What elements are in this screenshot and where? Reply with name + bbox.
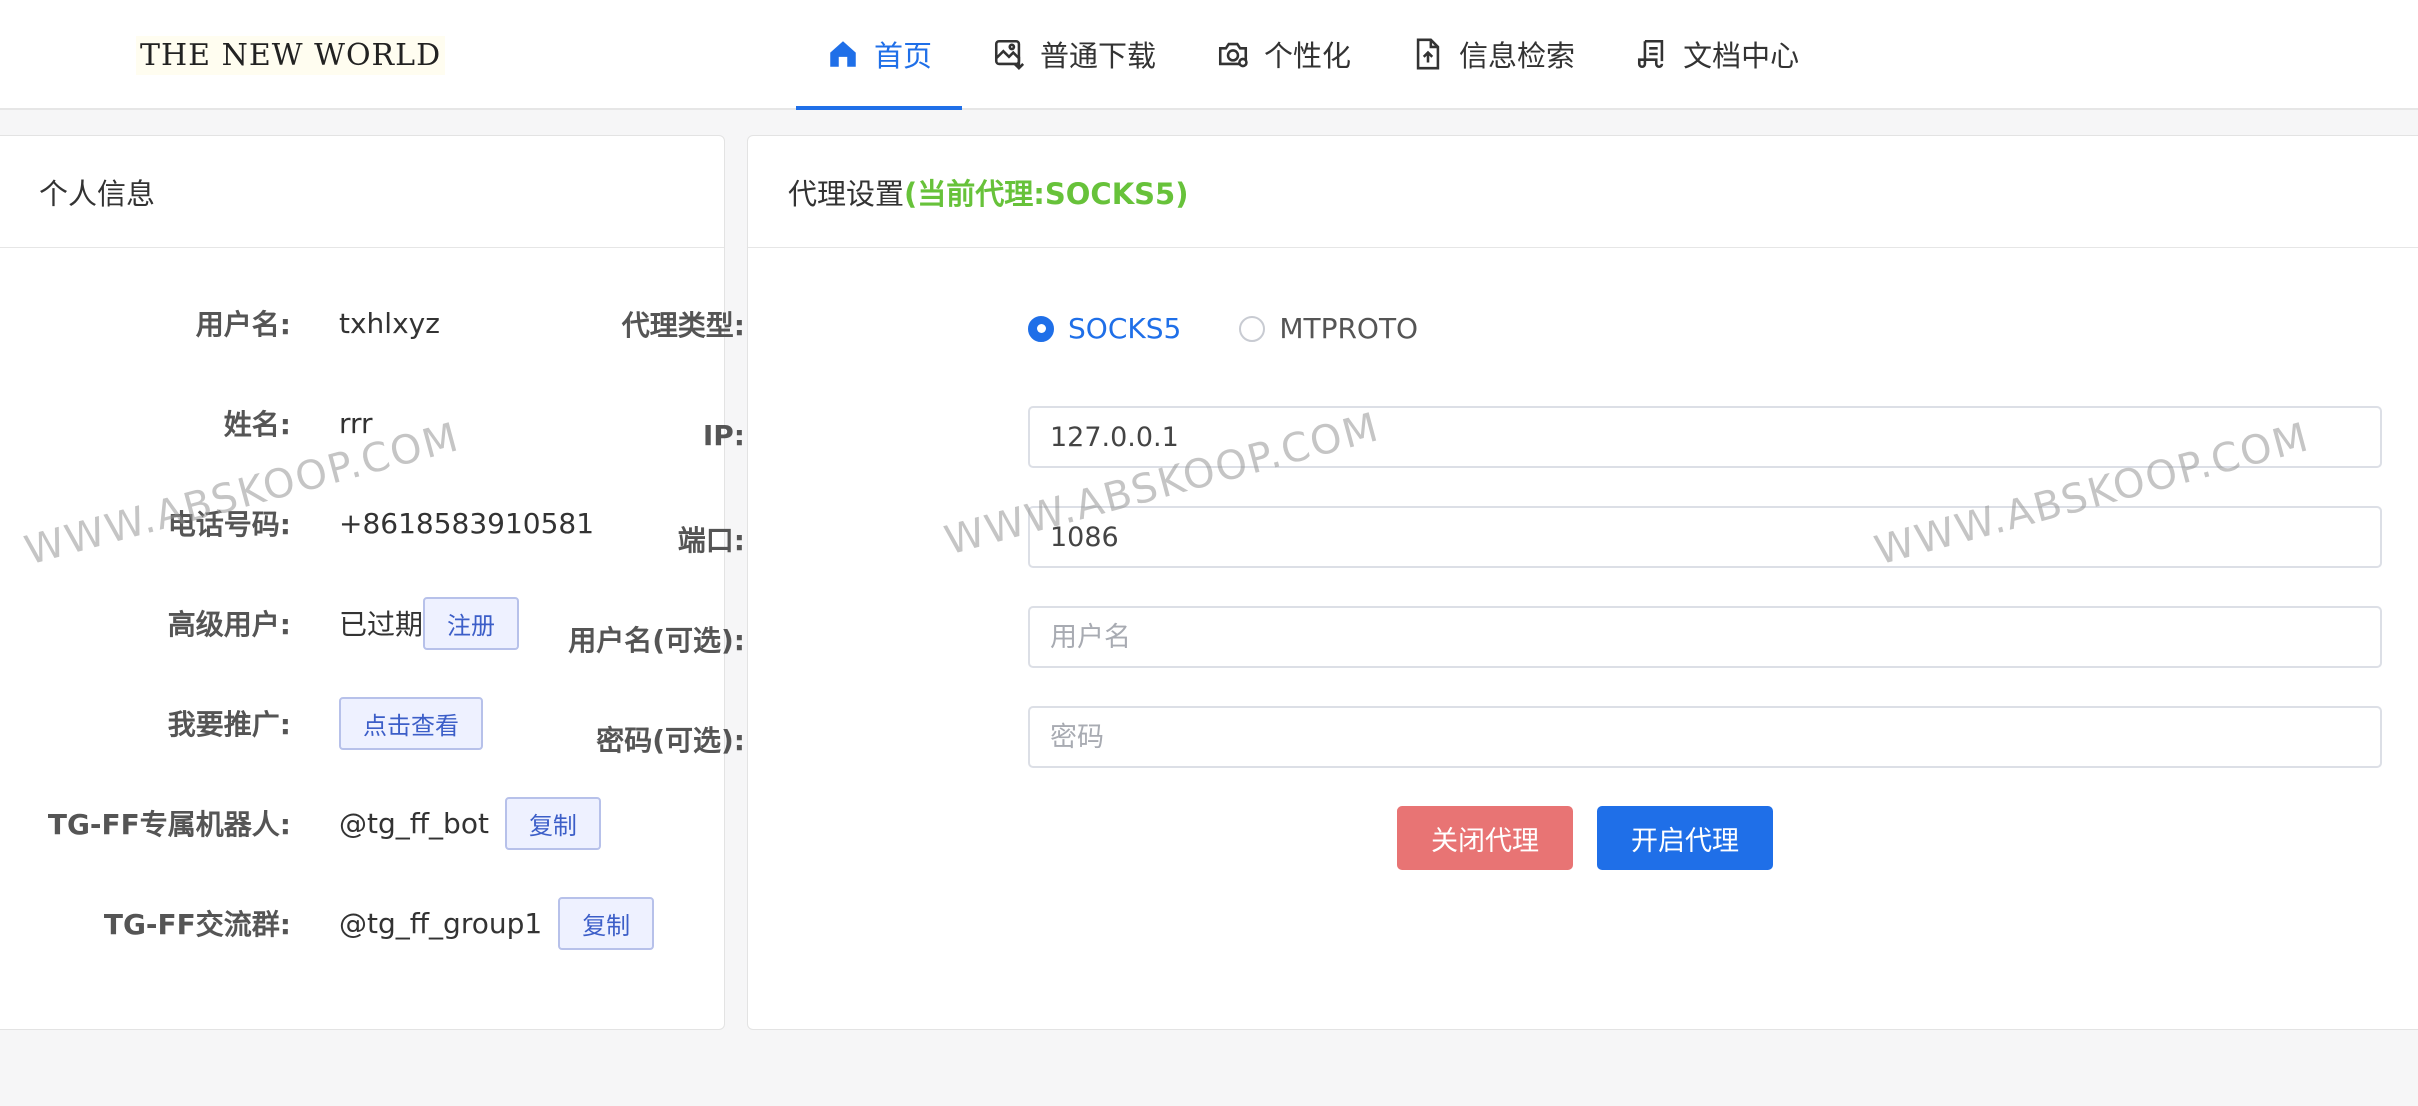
copy-group-button[interactable]: 复制 <box>558 896 655 950</box>
nav-label-home: 首页 <box>874 39 933 73</box>
radio-socks5[interactable]: SOCKS5 <box>1028 312 1181 345</box>
ip-label: IP: <box>702 419 745 452</box>
nav-label-docs: 文档中心 <box>1683 39 1800 73</box>
ip-input[interactable] <box>1028 406 2382 468</box>
radio-socks5-label: SOCKS5 <box>1068 312 1182 345</box>
nav-item-home[interactable]: 首页 <box>796 0 963 110</box>
top-header: THE NEW WORLD 首页 普通下载 个性化 信息检索 文档中心 <box>0 0 2418 110</box>
close-proxy-button[interactable]: 关闭代理 <box>1397 806 1573 870</box>
premium-status: 已过期 <box>339 608 424 641</box>
nav-label-download: 普通下载 <box>1040 39 1157 73</box>
copy-bot-button[interactable]: 复制 <box>504 796 601 850</box>
scroll-document-icon <box>1638 39 1664 68</box>
main-nav: 首页 普通下载 个性化 信息检索 文档中心 <box>796 0 1829 110</box>
brand-logo[interactable]: THE NEW WORLD <box>136 36 446 75</box>
image-download-icon <box>994 39 1025 70</box>
username-label: 用户名: <box>195 308 291 341</box>
info-row-name: 姓名: rrr <box>0 398 715 448</box>
group-value-wrap: @tg_ff_group1 复制 <box>339 896 655 950</box>
promote-value-wrap: 点击查看 <box>339 696 483 750</box>
nav-item-personalize[interactable]: 个性化 <box>1186 0 1381 108</box>
port-label: 端口: <box>677 524 745 557</box>
nav-item-search[interactable]: 信息检索 <box>1381 0 1605 108</box>
info-row-username: 用户名: txhlxyz <box>0 298 715 348</box>
promote-label: 我要推广: <box>167 708 291 741</box>
phone-value: +8618583910581 <box>339 506 595 540</box>
proxy-settings-panel: 代理设置 (当前代理:SOCKS5) <box>747 135 2418 1030</box>
personal-info-panel: 个人信息 用户名: txhlxyz 姓名: rrr 电话号码: +8618583… <box>0 135 725 1030</box>
current-proxy-indicator: (当前代理:SOCKS5) <box>904 176 1189 211</box>
premium-label: 高级用户: <box>167 608 291 641</box>
info-row-bot: TG-FF专属机器人: @tg_ff_bot 复制 <box>0 796 715 850</box>
group-label: TG-FF交流群: <box>103 908 291 941</box>
password-optional-label: 密码(可选): <box>596 724 745 757</box>
personal-info-title: 个人信息 <box>39 176 156 211</box>
view-promotion-button[interactable]: 点击查看 <box>339 696 483 750</box>
nav-label-search: 信息检索 <box>1459 39 1576 73</box>
phone-label: 电话号码: <box>167 508 291 541</box>
camera-settings-icon <box>1219 42 1248 68</box>
bot-label: TG-FF专属机器人: <box>47 808 291 841</box>
proxy-settings-header: 代理设置 (当前代理:SOCKS5) <box>748 136 2418 248</box>
proxy-settings-title: 代理设置 <box>788 176 905 211</box>
info-row-phone: 电话号码: +8618583910581 <box>0 498 715 548</box>
proxy-type-radio-group: SOCKS5 MTPROTO <box>1028 312 1418 345</box>
username-optional-label: 用户名(可选): <box>568 624 745 657</box>
name-label: 姓名: <box>223 408 291 441</box>
proxy-type-label: 代理类型: <box>621 309 745 342</box>
bot-value-wrap: @tg_ff_bot 复制 <box>339 796 601 850</box>
username-value: txhlxyz <box>339 306 440 340</box>
home-icon <box>830 41 856 67</box>
open-proxy-button[interactable]: 开启代理 <box>1597 806 1773 870</box>
nav-item-download[interactable]: 普通下载 <box>962 0 1186 108</box>
nav-item-docs[interactable]: 文档中心 <box>1605 0 1829 108</box>
proxy-username-input[interactable] <box>1028 606 2382 668</box>
group-value: @tg_ff_group1 <box>339 906 543 940</box>
document-upload-icon <box>1416 38 1440 70</box>
name-value: rrr <box>339 406 373 440</box>
premium-value-wrap: 已过期 注册 <box>339 596 520 650</box>
proxy-password-input[interactable] <box>1028 706 2382 768</box>
radio-mtproto-indicator <box>1239 315 1266 342</box>
nav-label-personalize: 个性化 <box>1264 39 1352 73</box>
radio-mtproto-label: MTPROTO <box>1279 312 1419 345</box>
radio-mtproto[interactable]: MTPROTO <box>1239 312 1418 345</box>
bot-value: @tg_ff_bot <box>339 806 489 840</box>
personal-info-header: 个人信息 <box>0 136 724 248</box>
port-input[interactable] <box>1028 506 2382 568</box>
info-row-group: TG-FF交流群: @tg_ff_group1 复制 <box>0 896 715 950</box>
radio-socks5-indicator <box>1028 315 1054 342</box>
register-button[interactable]: 注册 <box>423 596 520 650</box>
